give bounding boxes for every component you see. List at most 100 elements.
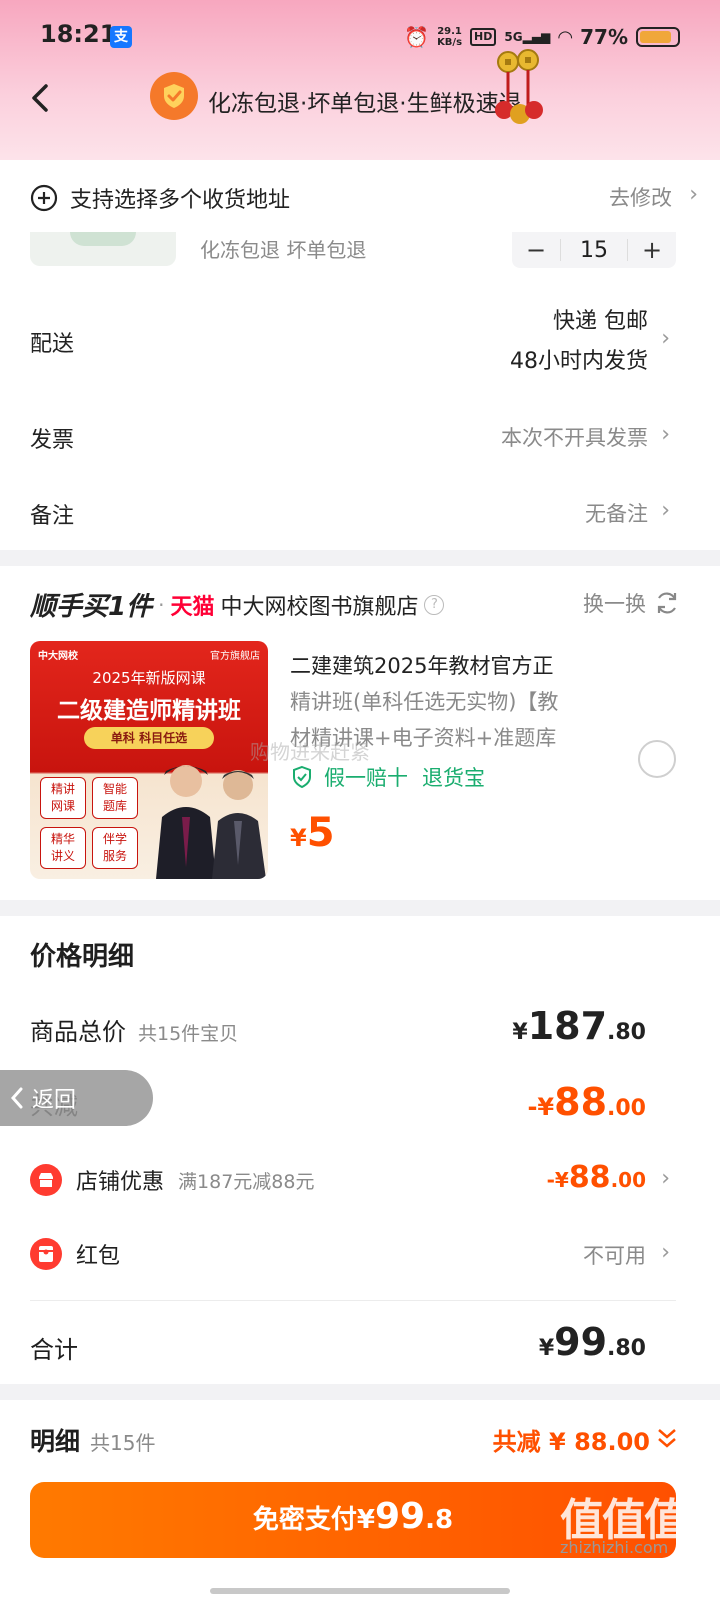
- thumb-line3: 单科 科目任选: [84, 727, 214, 749]
- invoice-value[interactable]: 本次不开具发票: [501, 422, 648, 452]
- addon-title: 顺手买1件: [30, 592, 153, 622]
- thumb-brand: 中大网校: [38, 651, 78, 662]
- add-circle-icon: [30, 184, 58, 212]
- fake-refund-badge: 假一赔十: [324, 766, 408, 790]
- chevron-left-icon: [10, 1087, 23, 1109]
- chevron-left-icon: [32, 84, 48, 112]
- address-edit-link[interactable]: 去修改: [609, 182, 672, 212]
- addon-price: ¥ 5: [290, 810, 335, 856]
- price-dec: .00: [607, 1096, 646, 1121]
- chevron-right-icon: ›: [661, 498, 670, 523]
- address-row[interactable]: 支持选择多个收货地址: [30, 182, 290, 214]
- chevron-right-icon: ›: [661, 422, 670, 447]
- guarantee-badges: 假一赔十 退货宝: [290, 762, 485, 792]
- price-int: 99: [554, 1320, 608, 1364]
- quantity-stepper[interactable]: − 15 +: [512, 232, 676, 268]
- back-button[interactable]: [22, 80, 62, 120]
- swap-label: 换一换: [583, 592, 646, 616]
- saved-amount[interactable]: 共减 ¥ 88.00: [493, 1422, 650, 1457]
- red-packet-icon: [30, 1238, 62, 1270]
- teachers-photo: [156, 765, 266, 879]
- shop-discount-row[interactable]: 店铺优惠 满187元减88元: [30, 1164, 314, 1196]
- store-icon: [30, 1164, 62, 1196]
- thumb-tag: 精华 讲义: [40, 827, 86, 869]
- thumb-tag: 伴学 服务: [92, 827, 138, 869]
- detail-count: 共15件: [90, 1431, 156, 1455]
- increase-button[interactable]: +: [628, 236, 676, 264]
- pay-dec: .8: [425, 1505, 454, 1535]
- address-edit-label: 去修改: [609, 186, 672, 210]
- currency: ¥: [290, 824, 307, 852]
- tmall-logo: 天猫: [170, 594, 215, 620]
- return-insurance-badge: 退货宝: [422, 766, 485, 790]
- pay-label: 免密支付¥: [252, 1505, 375, 1535]
- item-tags: 化冻包退 坏单包退: [200, 238, 367, 262]
- refresh-icon: [657, 592, 677, 614]
- price-dec: .80: [607, 1336, 646, 1361]
- shield-check-icon: [150, 72, 198, 120]
- remark-value[interactable]: 无备注: [585, 498, 648, 528]
- price-detail-section: 价格明细 商品总价 共15件宝贝 ¥ 187 .80 共减 -¥ 88 .00 …: [0, 916, 720, 1384]
- price-dec: .00: [610, 1168, 646, 1192]
- product-thumbnail: [30, 232, 176, 266]
- net-speed: 29.1 KB/s: [437, 26, 463, 48]
- help-icon[interactable]: ?: [424, 594, 445, 615]
- shop-discount-rule: 满187元减88元: [178, 1170, 315, 1193]
- chevron-right-icon: ›: [661, 1166, 670, 1191]
- signal-icon: 5G▂▄▆: [504, 30, 551, 44]
- chevron-right-icon: ›: [661, 326, 670, 351]
- currency: -¥: [546, 1168, 569, 1192]
- price-int: 88: [554, 1080, 608, 1124]
- delivery-label: 配送: [30, 332, 75, 357]
- thumb-tag: 智能 题库: [92, 777, 138, 819]
- red-packet-label: 红包: [76, 1244, 121, 1269]
- home-indicator[interactable]: [210, 1588, 510, 1594]
- floating-back-label: 返回: [32, 1088, 77, 1113]
- delivery-time: 48小时内发货: [510, 349, 648, 374]
- page-header: 18:21 支 ⏰ 29.1 KB/s HD 5G▂▄▆ ◠ 77% 化冻包退·坏…: [0, 0, 720, 160]
- hd-icon: HD: [470, 28, 497, 46]
- sum-label: 合计: [30, 1336, 78, 1364]
- addon-header: 顺手买1件 · 天猫 中大网校图书旗舰店 ?: [30, 586, 445, 623]
- chevron-right-icon: ›: [661, 1240, 670, 1265]
- verified-shield-icon: [293, 765, 311, 789]
- address-label: 支持选择多个收货地址: [70, 188, 291, 213]
- red-packet-value[interactable]: 不可用: [583, 1240, 646, 1270]
- decrease-button[interactable]: −: [512, 236, 560, 264]
- addon-section: 顺手买1件 · 天猫 中大网校图书旗舰店 ? 换一换 中大网校 官方旗舰店 20…: [0, 566, 720, 900]
- price-dec: .80: [607, 1020, 646, 1045]
- invoice-label: 发票: [30, 428, 75, 453]
- detail-toggle[interactable]: 明细 共15件: [30, 1422, 155, 1458]
- shop-name[interactable]: 中大网校图书旗舰店: [220, 589, 418, 621]
- swap-button[interactable]: 换一换: [583, 588, 680, 618]
- total-price: ¥ 187 .80: [512, 1004, 646, 1048]
- delivery-method: 快递 包邮: [553, 309, 648, 334]
- order-info-section: 支持选择多个收货地址 去修改 › 化冻包退 坏单包退 − 15 + 配送 快递 …: [0, 160, 720, 550]
- addon-product-image[interactable]: 中大网校 官方旗舰店 2025年新版网课 二级建造师精讲班 单科 科目任选 精讲…: [30, 641, 268, 879]
- battery-percent: 77%: [580, 25, 628, 49]
- floating-back-button[interactable]: 返回: [0, 1070, 153, 1126]
- select-radio[interactable]: [638, 740, 676, 778]
- sum-price: ¥ 99 .80: [539, 1320, 646, 1364]
- double-chevron-down-icon[interactable]: [656, 1426, 678, 1452]
- battery-icon: [636, 27, 680, 47]
- coins-decoration-icon: [488, 48, 548, 128]
- currency: ¥: [538, 1336, 555, 1361]
- remark-label: 备注: [30, 504, 75, 529]
- alipay-icon: 支: [110, 26, 132, 48]
- header-title: 化冻包退·坏单包退·生鲜极速退: [208, 91, 522, 117]
- quantity-value[interactable]: 15: [561, 238, 627, 263]
- status-time: 18:21: [40, 20, 117, 48]
- divider: [30, 1300, 676, 1301]
- alarm-icon: ⏰: [404, 25, 430, 49]
- red-packet-row[interactable]: 红包: [30, 1238, 120, 1270]
- wifi-icon: ◠: [558, 26, 573, 48]
- currency: -¥: [527, 1093, 555, 1121]
- title-line: 二建建筑2025年教材官方正: [290, 654, 554, 678]
- delivery-value[interactable]: 快递 包邮 48小时内发货: [510, 302, 648, 382]
- total-label: 商品总价: [30, 1018, 126, 1046]
- pay-int: 99: [375, 1496, 426, 1537]
- discount-total: -¥ 88 .00: [527, 1080, 646, 1124]
- shop-discount-value[interactable]: -¥ 88 .00: [547, 1160, 646, 1195]
- detail-label: 明细: [30, 1427, 81, 1456]
